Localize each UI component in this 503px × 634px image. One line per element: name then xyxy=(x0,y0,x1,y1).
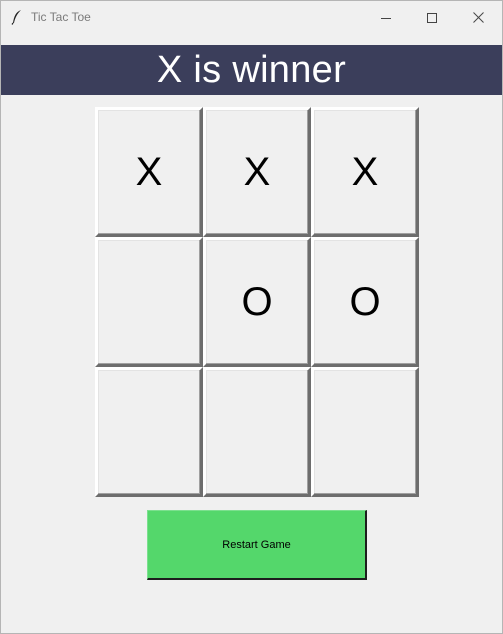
cell-mark: X xyxy=(351,150,379,194)
board-cell-5[interactable]: O xyxy=(203,237,311,367)
status-label: X is winner xyxy=(156,49,347,91)
minimize-button[interactable] xyxy=(363,1,409,34)
board-cell-6[interactable]: O xyxy=(311,237,419,367)
window-title: Tic Tac Toe xyxy=(31,10,91,24)
maximize-icon xyxy=(427,12,437,23)
cell-mark: O xyxy=(349,280,381,324)
board-cell-9[interactable] xyxy=(311,367,419,497)
board-cell-1[interactable]: X xyxy=(95,107,203,237)
board-cell-4[interactable] xyxy=(95,237,203,367)
cell-mark: X xyxy=(243,150,271,194)
maximize-button[interactable] xyxy=(409,1,455,34)
cell-mark: X xyxy=(135,150,163,194)
feather-icon xyxy=(10,9,24,25)
game-board: X X X O O xyxy=(95,107,419,497)
status-banner: X is winner xyxy=(1,45,502,95)
restart-button-label: Restart Game xyxy=(222,538,291,551)
close-icon xyxy=(472,12,484,23)
board-cell-8[interactable] xyxy=(203,367,311,497)
board-cell-2[interactable]: X xyxy=(203,107,311,237)
restart-game-button[interactable]: Restart Game xyxy=(147,510,367,580)
title-bar[interactable]: Tic Tac Toe xyxy=(1,1,502,34)
app-window: Tic Tac Toe X is winner X X X O O Restar… xyxy=(0,0,503,634)
board-cell-7[interactable] xyxy=(95,367,203,497)
cell-mark: O xyxy=(241,280,273,324)
minimize-icon xyxy=(381,13,391,23)
close-button[interactable] xyxy=(455,1,501,34)
board-cell-3[interactable]: X xyxy=(311,107,419,237)
